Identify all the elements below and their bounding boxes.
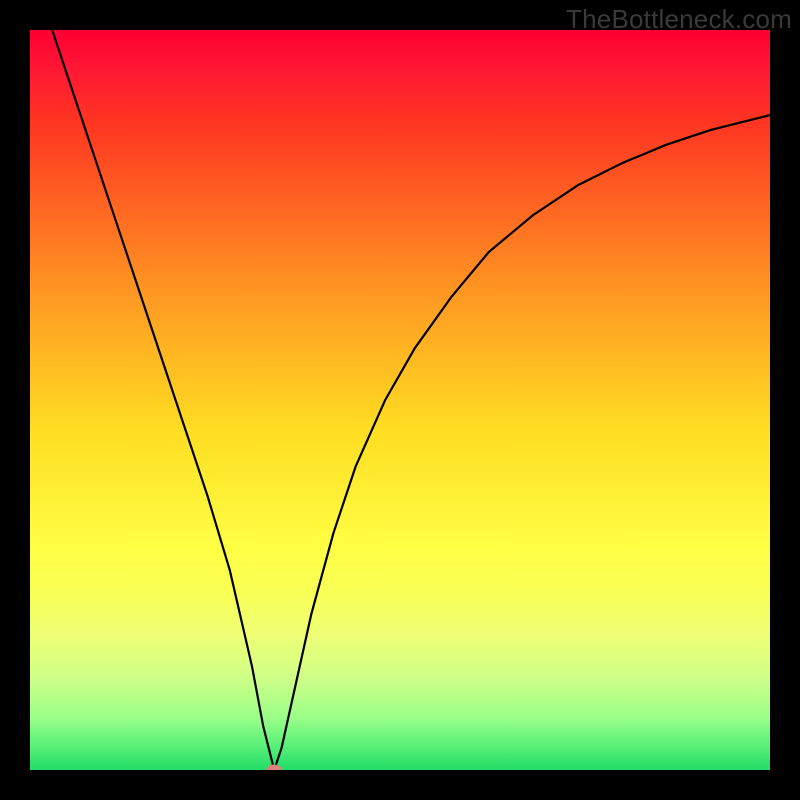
curve-svg [30, 30, 770, 770]
minimum-marker [266, 765, 282, 771]
bottleneck-curve [52, 30, 770, 770]
watermark-text: TheBottleneck.com [566, 4, 792, 35]
chart-frame: TheBottleneck.com [0, 0, 800, 800]
plot-area [30, 30, 770, 770]
